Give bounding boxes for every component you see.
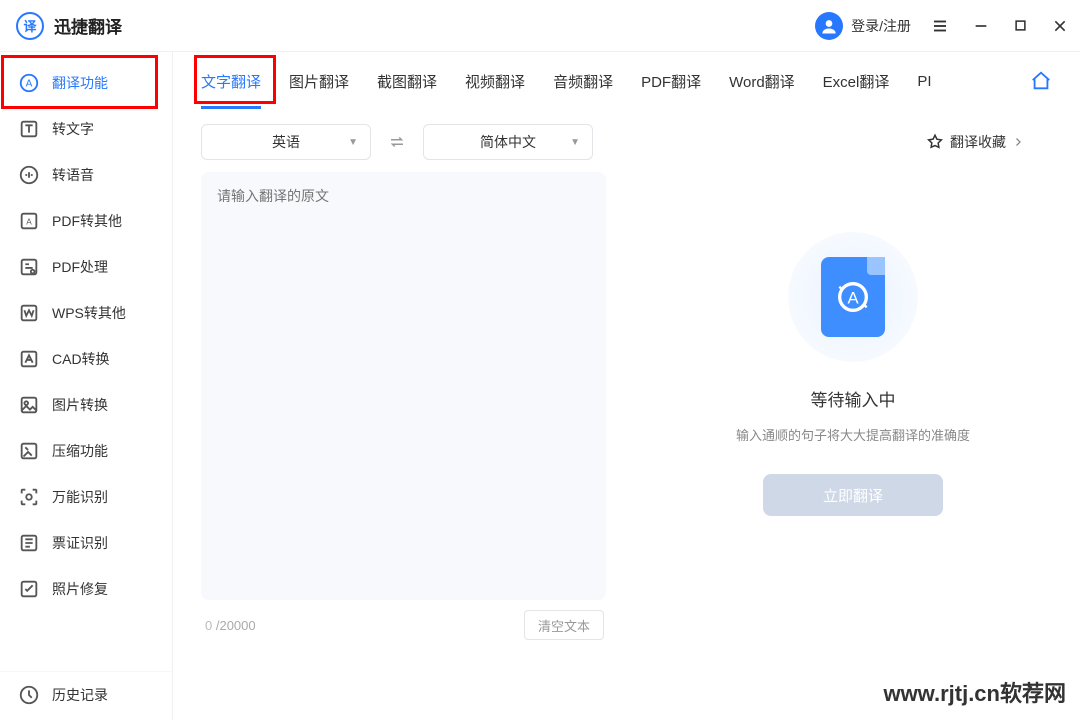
tabs: 文字翻译 图片翻译 截图翻译 视频翻译 音频翻译 PDF翻译 Word翻译 Ex… [173,52,1080,110]
chevron-down-icon: ▼ [570,137,580,148]
avatar-icon [815,12,843,40]
sidebar-label: PDF处理 [52,257,108,277]
sidebar-label: 万能识别 [52,487,108,507]
main-area: 文字翻译 图片翻译 截图翻译 视频翻译 音频翻译 PDF翻译 Word翻译 Ex… [173,52,1080,720]
sidebar-item-ocr[interactable]: 万能识别 [0,474,172,520]
sidebar-item-ticket[interactable]: 票证识别 [0,520,172,566]
input-column: 0 /20000 清空文本 [201,172,606,640]
window-controls [931,17,1068,35]
sidebar-item-pdf-convert[interactable]: A PDF转其他 [0,198,172,244]
chevron-right-icon [1012,136,1024,148]
tab-excel[interactable]: Excel翻译 [823,71,890,109]
sidebar-item-translate[interactable]: A 翻译功能 [0,60,172,106]
swap-languages-button[interactable] [381,126,413,158]
translate-favorites[interactable]: 翻译收藏 [926,132,1052,152]
maximize-icon[interactable] [1013,18,1028,33]
menu-icon[interactable] [931,17,949,35]
input-footer: 0 /20000 清空文本 [201,600,606,640]
result-placeholder-illustration: A [788,232,918,362]
sidebar-item-photo-fix[interactable]: 照片修复 [0,566,172,612]
sidebar-item-image[interactable]: 图片转换 [0,382,172,428]
tab-more[interactable]: PI [917,73,931,107]
fav-label: 翻译收藏 [950,132,1006,152]
sidebar-label: WPS转其他 [52,303,126,323]
tab-screenshot[interactable]: 截图翻译 [377,71,437,109]
history-label: 历史记录 [52,685,108,705]
sidebar-label: 转文字 [52,119,94,139]
tab-image[interactable]: 图片翻译 [289,71,349,109]
target-language-select[interactable]: 简体中文 ▼ [423,124,593,160]
source-language-select[interactable]: 英语 ▼ [201,124,371,160]
sidebar: A 翻译功能 转文字 转语音 A PDF转其他 PDF处理 WPS转其他 CAD… [0,52,173,720]
sidebar-item-to-audio[interactable]: 转语音 [0,152,172,198]
sidebar-label: 照片修复 [52,579,108,599]
char-counter: 0 /20000 [205,618,256,633]
sidebar-label: CAD转换 [52,349,110,369]
sidebar-item-compress[interactable]: 压缩功能 [0,428,172,474]
home-icon[interactable] [1030,70,1052,110]
sidebar-item-wps[interactable]: WPS转其他 [0,290,172,336]
svg-text:A: A [26,218,32,227]
title-bar: 译 迅捷翻译 登录/注册 [0,0,1080,52]
sidebar-item-cad[interactable]: CAD转换 [0,336,172,382]
app-logo-icon: 译 [16,12,44,40]
title-right: 登录/注册 [815,12,1068,40]
sidebar-label: 转语音 [52,165,94,185]
app-title: 迅捷翻译 [54,13,122,38]
sidebar-label: PDF转其他 [52,211,122,231]
sidebar-history[interactable]: 历史记录 [0,671,172,720]
svg-text:A: A [847,289,859,308]
close-icon[interactable] [1052,18,1068,34]
document-translate-icon: A [821,257,885,337]
source-text-input[interactable] [201,172,606,600]
sidebar-label: 图片转换 [52,395,108,415]
sidebar-label: 翻译功能 [52,73,108,93]
language-bar: 英语 ▼ 简体中文 ▼ 翻译收藏 [173,110,1080,160]
user-area[interactable]: 登录/注册 [815,12,911,40]
svg-text:A: A [26,79,33,90]
sidebar-label: 压缩功能 [52,441,108,461]
watermark-text: www.rjtj.cn软荐网 [883,676,1066,708]
tab-text[interactable]: 文字翻译 [201,71,261,109]
chevron-down-icon: ▼ [348,137,358,148]
sidebar-item-to-text[interactable]: 转文字 [0,106,172,152]
title-left: 译 迅捷翻译 [16,12,122,40]
tab-audio[interactable]: 音频翻译 [553,71,613,109]
login-link[interactable]: 登录/注册 [851,16,911,36]
waiting-title: 等待输入中 [811,386,896,411]
translate-button[interactable]: 立即翻译 [763,474,943,516]
content-row: 0 /20000 清空文本 A 等待输入中 输入通顺的句子将大大提高翻译的准确度 [173,160,1080,640]
source-lang-value: 英语 [272,132,300,152]
target-lang-value: 简体中文 [480,132,536,152]
clear-text-button[interactable]: 清空文本 [524,610,604,640]
sidebar-item-pdf-process[interactable]: PDF处理 [0,244,172,290]
result-column: A 等待输入中 输入通顺的句子将大大提高翻译的准确度 立即翻译 [654,172,1052,640]
sidebar-label: 票证识别 [52,533,108,553]
tab-video[interactable]: 视频翻译 [465,71,525,109]
waiting-tip: 输入通顺的句子将大大提高翻译的准确度 [736,425,970,444]
tab-pdf[interactable]: PDF翻译 [641,71,701,109]
minimize-icon[interactable] [973,18,989,34]
tab-word[interactable]: Word翻译 [729,71,795,109]
